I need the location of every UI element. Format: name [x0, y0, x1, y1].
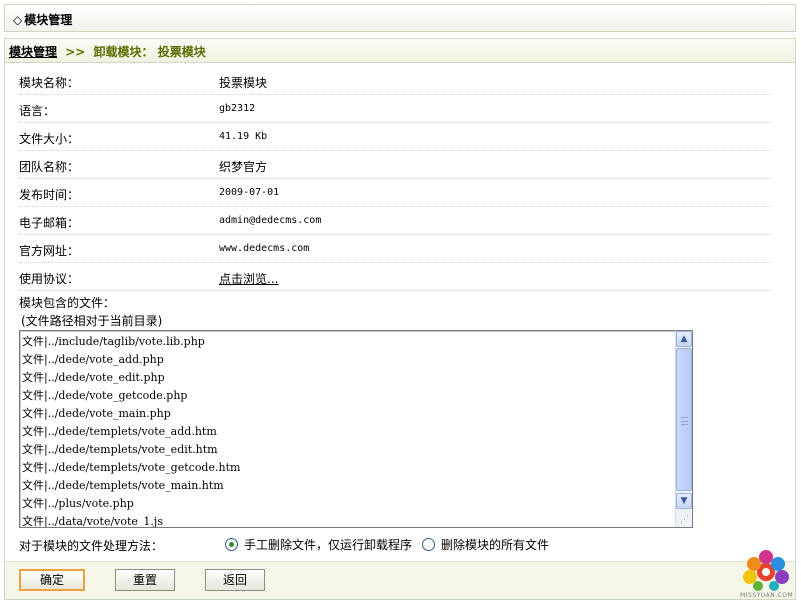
info-row-team: 团队名称： 织梦官方: [19, 151, 771, 179]
info-value: gb2312: [219, 103, 256, 114]
info-value: 41.19 Kb: [219, 131, 268, 142]
info-row-language: 语言： gb2312: [19, 95, 771, 123]
files-label: 模块包含的文件：: [19, 296, 116, 310]
info-label: 电子邮箱：: [19, 216, 80, 230]
files-note: (文件路径相对于当前目录): [21, 314, 163, 328]
info-value: 2009-07-01: [219, 187, 280, 198]
page-title: 模块管理: [24, 13, 73, 27]
button-bar: 确定 重置 返回: [5, 561, 795, 599]
files-list: 文件|../include/taglib/vote.lib.php 文件|../…: [22, 333, 674, 528]
module-panel: 模块管理 >> 卸载模块： 投票模块 模块名称： 投票模块 语言： gb2312…: [4, 38, 796, 600]
license-link[interactable]: 点击浏览...: [219, 270, 278, 287]
method-label: 对于模块的文件处理方法：: [19, 539, 164, 553]
chevron-up-icon[interactable]: ▲: [676, 331, 692, 347]
diamond-icon: ◇: [13, 13, 23, 27]
scrollbar-thumb[interactable]: [676, 348, 692, 491]
breadcrumb-separator: >>: [65, 45, 86, 59]
file-item: 文件|../plus/vote.php: [22, 497, 134, 510]
files-textarea[interactable]: 文件|../include/taglib/vote.lib.php 文件|../…: [19, 330, 693, 528]
info-label: 官方网址：: [19, 244, 80, 258]
resize-grip-icon[interactable]: ⋰: [680, 515, 690, 525]
file-item: 文件|../include/taglib/vote.lib.php: [22, 335, 205, 348]
breadcrumb-home-link[interactable]: 模块管理: [9, 45, 57, 59]
chevron-down-icon[interactable]: ▼: [676, 493, 692, 509]
info-label: 发布时间：: [19, 188, 80, 202]
grip-icon: [681, 417, 688, 425]
file-item: 文件|../dede/templets/vote_add.htm: [22, 425, 217, 438]
info-label: 语言：: [19, 104, 56, 118]
info-value: www.dedecms.com: [219, 243, 310, 254]
peacock-logo: MISSYUAN.COM: [740, 546, 794, 600]
file-item: 文件|../dede/vote_getcode.php: [22, 389, 188, 402]
info-row-name: 模块名称： 投票模块: [19, 67, 771, 95]
file-item: 文件|../dede/vote_main.php: [22, 407, 171, 420]
radio-manual-delete[interactable]: [225, 538, 238, 551]
breadcrumb-step-module: 投票模块: [157, 45, 206, 59]
radio-manual-delete-label[interactable]: 手工删除文件，仅运行卸载程序: [244, 536, 412, 553]
info-label: 模块名称：: [19, 76, 80, 90]
ok-button[interactable]: 确定: [19, 569, 85, 591]
info-row-email: 电子邮箱： admin@dedecms.com: [19, 207, 771, 235]
info-row-filesize: 文件大小： 41.19 Kb: [19, 123, 771, 151]
file-item: 文件|../dede/templets/vote_main.htm: [22, 479, 224, 492]
method-radio-group: 手工删除文件，仅运行卸载程序 删除模块的所有文件: [225, 536, 559, 553]
reset-button[interactable]: 重置: [115, 569, 175, 591]
back-button[interactable]: 返回: [205, 569, 265, 591]
file-item: 文件|../dede/vote_add.php: [22, 353, 164, 366]
info-label: 使用协议：: [19, 272, 80, 286]
info-value: 投票模块: [219, 76, 268, 90]
info-value: 织梦官方: [219, 160, 268, 174]
radio-delete-all[interactable]: [422, 538, 436, 551]
info-label: 文件大小：: [19, 132, 80, 146]
info-row-license: 使用协议： 点击浏览...: [19, 263, 771, 291]
breadcrumb-step-uninstall: 卸载模块：: [93, 45, 154, 59]
file-item: 文件|../data/vote/vote_1.js: [22, 515, 163, 528]
radio-delete-all-label[interactable]: 删除模块的所有文件: [441, 536, 549, 553]
page-title-bar: ◇ 模块管理: [4, 4, 796, 32]
info-row-website: 官方网址： www.dedecms.com: [19, 235, 771, 263]
file-item: 文件|../dede/templets/vote_getcode.htm: [22, 461, 241, 474]
info-row-date: 发布时间： 2009-07-01: [19, 179, 771, 207]
vertical-scrollbar[interactable]: ▲ ▼: [675, 331, 692, 527]
file-item: 文件|../dede/vote_edit.php: [22, 371, 165, 384]
info-label: 团队名称：: [19, 160, 80, 174]
logo-text: MISSYUAN.COM: [740, 592, 794, 599]
info-value: admin@dedecms.com: [219, 215, 322, 226]
file-item: 文件|../dede/templets/vote_edit.htm: [22, 443, 218, 456]
breadcrumb: 模块管理 >> 卸载模块： 投票模块: [5, 39, 795, 63]
